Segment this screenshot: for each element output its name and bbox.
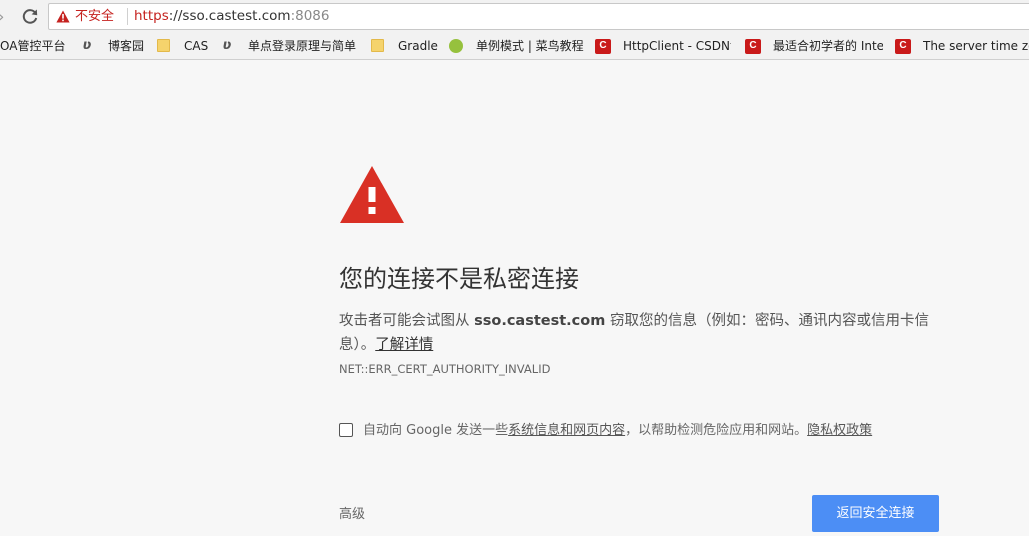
url-text[interactable]: https://sso.castest.com:8086: [134, 8, 329, 25]
bookmark-label: Gradle: [398, 39, 438, 53]
csdn-icon: C: [595, 39, 611, 54]
folder-icon: [157, 39, 170, 52]
runoob-icon: [449, 39, 463, 53]
report-text-prefix: 自动向 Google 发送一些: [363, 423, 509, 438]
address-bar[interactable]: 不安全 https://sso.castest.com:8086: [48, 3, 1029, 30]
bookmark-singleton[interactable]: 单例模式 | 菜鸟教程: [449, 34, 589, 59]
bookmark-server-timezone[interactable]: C The server time zo: [895, 34, 1029, 59]
report-checkbox-label: 自动向 Google 发送一些系统信息和网页内容，以帮助检测危险应用和网站。隐私…: [363, 422, 872, 440]
explanation-paragraph: 攻击者可能会试图从 sso.castest.com 窃取您的信息（例如：密码、通…: [339, 309, 929, 357]
bookmark-beginner[interactable]: C 最适合初学者的 Inte: [745, 34, 887, 59]
not-secure-warning-icon[interactable]: [56, 10, 70, 23]
bookmark-oa[interactable]: OA管控平台: [0, 34, 72, 59]
bookmark-cnblogs[interactable]: ʋ 博客园: [80, 34, 150, 59]
bookmark-label: 单例模式 | 菜鸟教程: [476, 39, 584, 53]
url-separator: ://: [168, 8, 183, 24]
bookmark-gradle[interactable]: Gradle: [371, 34, 441, 59]
report-checkbox[interactable]: [339, 423, 353, 437]
bookmark-label: HttpClient - CSDN博: [623, 39, 731, 53]
reload-icon[interactable]: [20, 7, 40, 27]
folder-icon: [371, 39, 384, 52]
interstitial-page: 您的连接不是私密连接 攻击者可能会试图从 sso.castest.com 窃取您…: [0, 60, 1029, 536]
bookmark-httpclient[interactable]: C HttpClient - CSDN博: [595, 34, 735, 59]
forward-icon[interactable]: ›: [0, 8, 12, 26]
explanation-host: sso.castest.com: [474, 313, 606, 329]
learn-more-link[interactable]: 了解详情: [375, 337, 433, 353]
url-host: sso.castest.com: [182, 8, 291, 24]
url-scheme: https: [134, 8, 169, 24]
url-port: :8086: [290, 8, 330, 24]
csdn-icon: C: [895, 39, 911, 54]
bookmark-label: 博客园: [108, 39, 145, 53]
page-heading: 您的连接不是私密连接: [339, 265, 579, 293]
system-info-link[interactable]: 系统信息和网页内容: [508, 423, 625, 438]
not-secure-label[interactable]: 不安全: [75, 8, 114, 25]
omnibox-divider: [127, 8, 128, 25]
bookmark-cas[interactable]: CAS: [157, 34, 212, 59]
report-checkbox-row: 自动向 Google 发送一些系统信息和网页内容，以帮助检测危险应用和网站。隐私…: [339, 423, 939, 443]
warning-triangle-icon: [340, 166, 404, 223]
report-text-middle: ，以帮助检测危险应用和网站。: [625, 423, 808, 438]
bookmark-label: 单点登录原理与简单: [248, 39, 356, 53]
error-code: NET::ERR_CERT_AUTHORITY_INVALID: [339, 362, 551, 376]
cnblogs-icon: ʋ: [222, 38, 232, 53]
advanced-button[interactable]: 高级: [339, 506, 365, 524]
bookmark-label: OA管控平台: [0, 39, 66, 53]
cnblogs-icon: ʋ: [82, 38, 92, 53]
privacy-policy-link[interactable]: 隐私权政策: [807, 423, 872, 438]
bookmarks-bar: OA管控平台 ʋ 博客园 CAS ʋ 单点登录原理与简单 Gradle 单例模式…: [0, 34, 1029, 60]
browser-toolbar: › 不安全 https://sso.castest.com:8086: [0, 0, 1029, 34]
csdn-icon: C: [745, 39, 761, 54]
bookmark-label: The server time zo: [923, 39, 1029, 53]
bookmark-label: 最适合初学者的 Inte: [773, 39, 883, 53]
bookmark-sso-principle[interactable]: ʋ 单点登录原理与简单: [220, 34, 356, 59]
bookmark-label: CAS: [184, 39, 209, 53]
back-to-safety-button[interactable]: 返回安全连接: [812, 495, 939, 532]
explanation-prefix: 攻击者可能会试图从: [339, 313, 475, 329]
